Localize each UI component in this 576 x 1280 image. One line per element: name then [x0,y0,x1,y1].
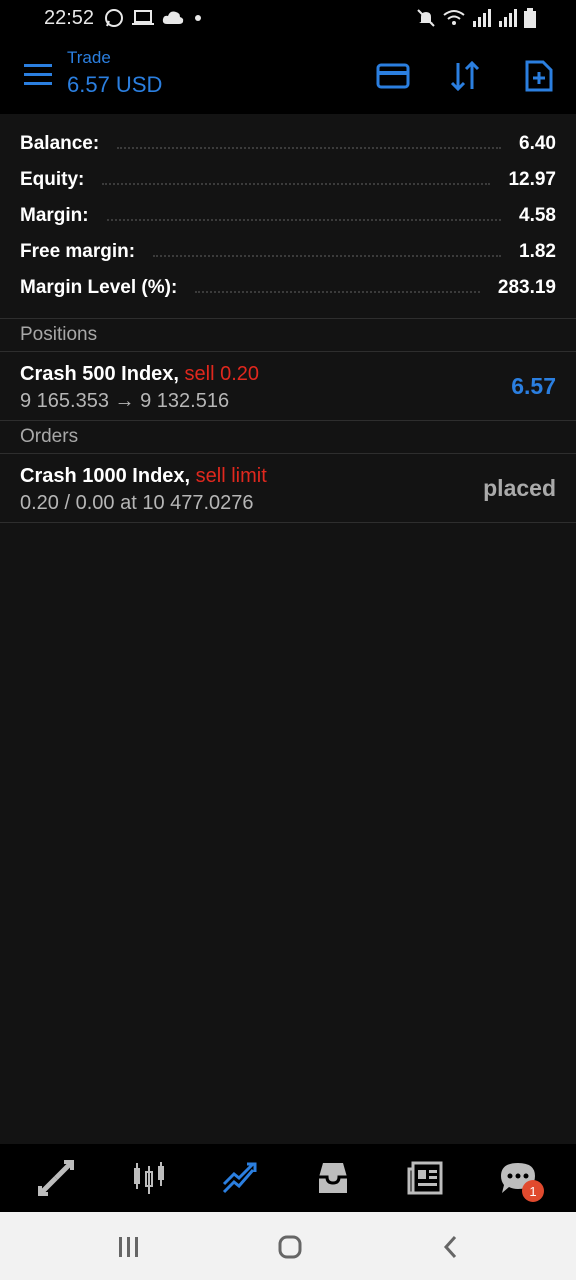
back-button[interactable] [436,1232,466,1262]
equity-label: Equity: [20,169,85,190]
quotes-icon [38,1160,74,1196]
equity-row: Equity: 12.97 [0,162,576,198]
margin-row: Margin: 4.58 [0,198,576,234]
free-margin-row: Free margin: 1.82 [0,234,576,270]
laptop-icon [132,10,155,25]
nav-trade[interactable] [220,1158,260,1198]
new-document-icon [525,60,553,92]
trade-icon [222,1162,257,1194]
position-profit: 6.57 [511,373,556,399]
nav-news[interactable] [405,1158,445,1198]
battery-icon [524,8,536,28]
balance-label: Balance: [20,133,100,154]
dot-icon [195,15,202,21]
system-nav-bar [0,1212,576,1280]
card-icon [376,63,410,89]
margin-level-row: Margin Level (%): 283.19 [0,270,576,306]
page-title: Trade [67,48,111,67]
position-row[interactable]: Crash 500 Index, sell 0.20 9 165.353 → 9… [0,353,576,421]
position-symbol: Crash 500 Index, [20,363,179,385]
free-margin-value: 1.82 [519,241,556,262]
bottom-nav: 1 [0,1144,576,1212]
account-equity: 6.57 USD [67,72,163,97]
nav-quotes[interactable] [36,1158,76,1198]
recent-apps-button[interactable] [114,1232,144,1262]
nav-chart[interactable] [129,1158,169,1198]
status-time: 22:52 [44,6,95,29]
news-icon [407,1161,443,1195]
order-row[interactable]: Crash 1000 Index, sell limit 0.20 / 0.00… [0,455,576,523]
equity-value: 12.97 [508,169,556,190]
cloud-icon [162,11,184,24]
balance-value: 6.40 [519,133,556,154]
one-click-trading-button[interactable] [375,58,411,94]
menu-button[interactable] [24,64,54,86]
order-details: 0.20 / 0.00 at 10 477.0276 [20,492,254,514]
balance-row: Balance: 6.40 [0,126,576,162]
account-summary: Balance: 6.40 Equity: 12.97 Margin: 4.58… [0,114,576,306]
order-side: sell limit [195,465,267,487]
chart-icon [134,1162,164,1194]
hamburger-icon [24,64,52,85]
signal-icon [473,9,491,27]
recent-apps-icon [119,1237,138,1257]
status-bar: 22:52 [0,0,576,36]
positions-header: Positions [0,318,576,352]
title-block: Trade 6.57 USD [67,48,162,98]
sort-icon [450,61,480,91]
sort-button[interactable] [447,58,483,94]
margin-level-value: 283.19 [497,277,556,298]
position-prices: 9 165.353 → 9 132.516 [20,390,230,412]
home-icon [278,1235,302,1259]
home-button[interactable] [275,1232,305,1262]
back-icon [443,1235,457,1259]
chat-badge: 1 [522,1180,544,1202]
position-side: sell 0.20 [184,363,260,385]
margin-value: 4.58 [519,205,556,226]
history-icon [319,1163,347,1193]
nav-history[interactable] [313,1158,353,1198]
wifi-icon [443,10,465,25]
order-state: placed [483,475,556,501]
signal-icon-2 [499,9,517,27]
margin-level-label: Margin Level (%): [20,277,178,298]
orders-header: Orders [0,420,576,454]
new-order-button[interactable] [521,58,557,94]
mute-icon [417,9,435,27]
whatsapp-icon [105,9,124,27]
free-margin-label: Free margin: [20,241,136,262]
nav-chat[interactable]: 1 [498,1158,544,1202]
app-bar: Trade 6.57 USD [0,36,576,114]
margin-label: Margin: [20,205,89,226]
order-symbol: Crash 1000 Index, [20,465,191,487]
